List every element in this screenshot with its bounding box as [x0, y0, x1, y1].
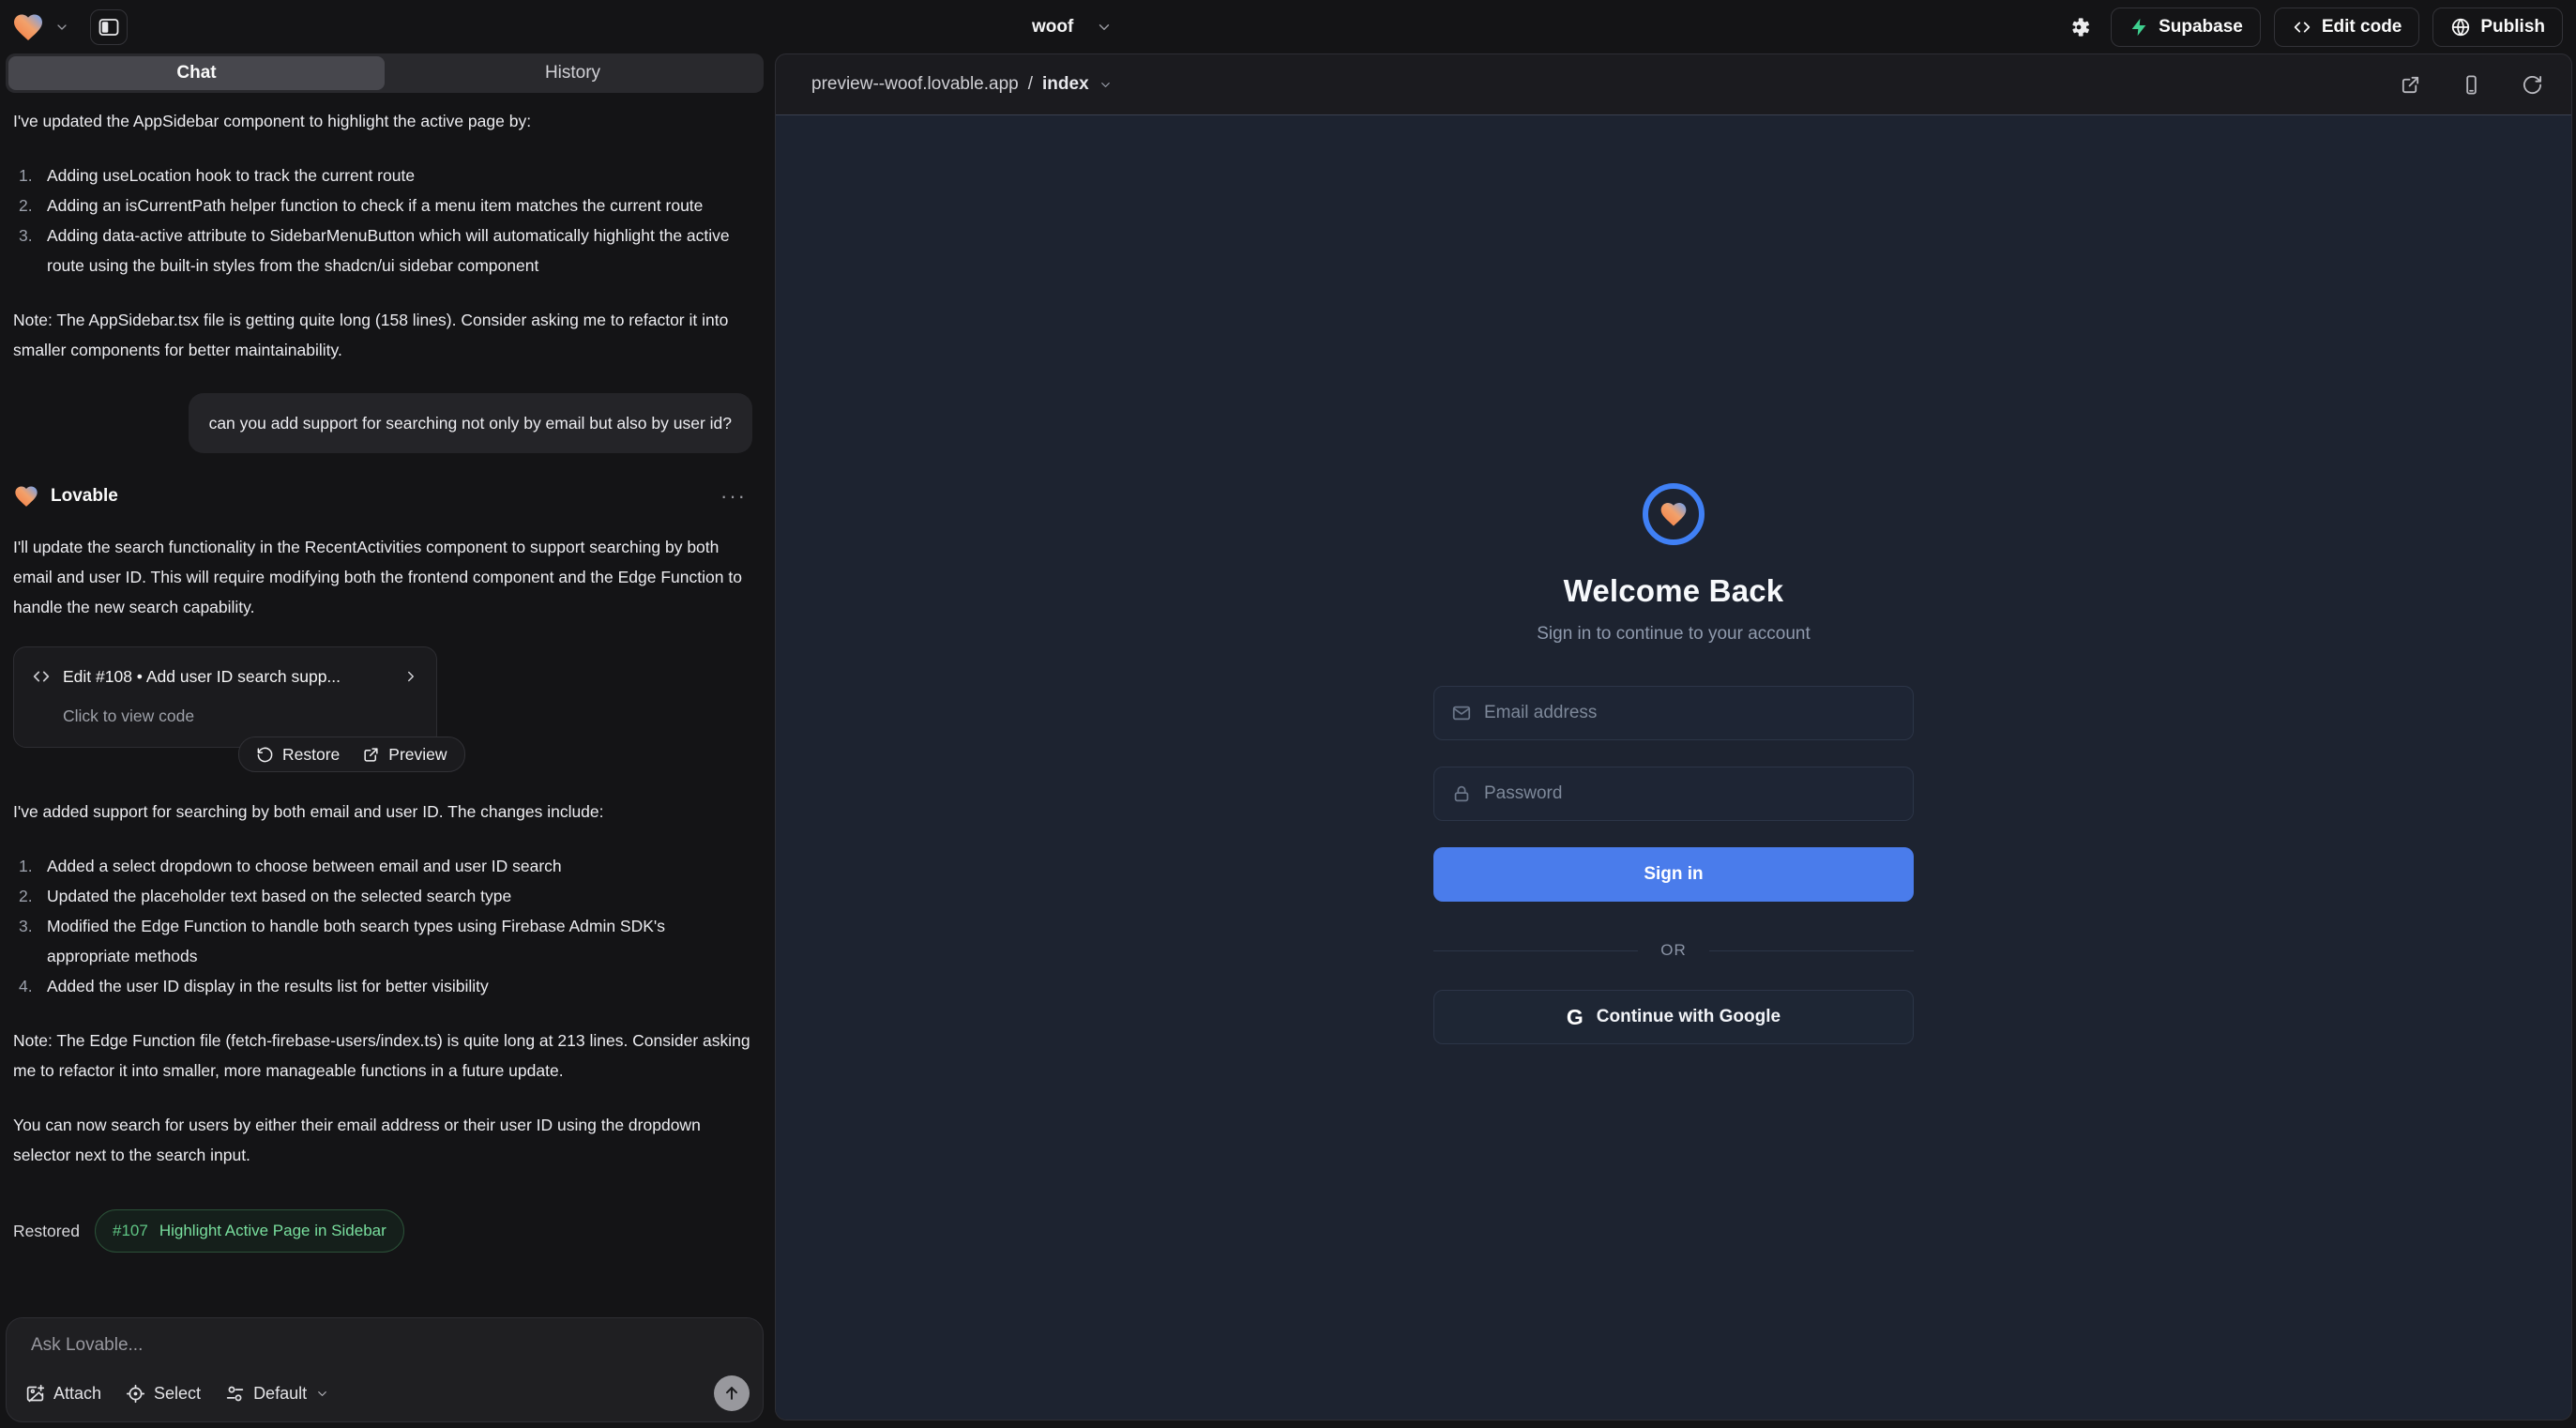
assistant-header: Lovable ···	[13, 481, 752, 511]
restored-row: Restored #107 Highlight Active Page in S…	[13, 1209, 752, 1253]
list-item: Adding data-active attribute to SidebarM…	[13, 220, 752, 281]
chevron-down-icon	[1099, 78, 1113, 92]
or-label: OR	[1660, 941, 1687, 960]
external-link-icon	[362, 746, 380, 764]
lovable-avatar-heart-icon	[13, 483, 39, 509]
email-field[interactable]: Email address	[1433, 686, 1914, 740]
app-logo	[1643, 483, 1705, 545]
project-chevron-down-icon[interactable]	[1096, 19, 1113, 36]
refresh-icon[interactable]	[2522, 74, 2543, 96]
crosshair-icon	[126, 1384, 145, 1404]
user-message-bubble: can you add support for searching not on…	[189, 393, 752, 453]
assistant-list: Added a select dropdown to choose betwee…	[13, 851, 752, 1001]
restored-label: Restored	[13, 1216, 80, 1246]
mobile-view-icon[interactable]	[2461, 74, 2482, 96]
sidebar-toggle-button[interactable]	[90, 9, 128, 45]
chat-panel: Chat History I've updated the AppSidebar…	[0, 53, 769, 1428]
page-subtitle: Sign in to continue to your account	[1537, 624, 1811, 645]
edit-code-button[interactable]: Edit code	[2274, 8, 2420, 47]
preview-button[interactable]: Preview	[362, 739, 447, 769]
url-separator: /	[1028, 74, 1033, 95]
or-divider: OR	[1433, 941, 1914, 960]
sign-in-button[interactable]: Sign in	[1433, 847, 1914, 902]
image-plus-icon	[25, 1384, 45, 1404]
list-item: Modified the Edge Function to handle bot…	[13, 911, 752, 971]
assistant-note: Note: The AppSidebar.tsx file is getting…	[13, 305, 752, 365]
assistant-paragraph: You can now search for users by either t…	[13, 1110, 752, 1170]
code-brackets-icon	[31, 666, 52, 687]
tab-chat[interactable]: Chat	[8, 56, 385, 90]
continue-with-google-button[interactable]: G Continue with Google	[1433, 990, 1914, 1044]
email-placeholder: Email address	[1484, 703, 1597, 723]
heart-icon	[1659, 499, 1689, 529]
supabase-button[interactable]: Supabase	[2111, 8, 2261, 47]
restored-version-badge[interactable]: #107 Highlight Active Page in Sidebar	[95, 1209, 404, 1253]
edit-card-subtitle: Click to view code	[63, 701, 419, 731]
assistant-note: Note: The Edge Function file (fetch-fire…	[13, 1025, 752, 1086]
list-item: Added the user ID display in the results…	[13, 971, 752, 1001]
restore-icon	[256, 746, 274, 764]
project-name[interactable]: woof	[1032, 17, 1073, 38]
globe-icon	[2450, 17, 2471, 38]
mode-selector[interactable]: Default	[225, 1384, 329, 1404]
version-id: #107	[113, 1216, 148, 1246]
send-button[interactable]	[714, 1375, 750, 1411]
chat-composer[interactable]: Ask Lovable... Attach Select	[6, 1317, 764, 1422]
page-title: Welcome Back	[1564, 573, 1784, 609]
chevron-right-icon	[402, 668, 419, 685]
preview-app-content: Welcome Back Sign in to continue to your…	[776, 114, 2571, 1420]
top-bar: woof Supabase Edit code Publi	[0, 0, 2576, 53]
list-item: Adding an isCurrentPath helper function …	[13, 190, 752, 220]
edit-card-actions: Restore Preview	[238, 737, 465, 772]
list-item: Adding useLocation hook to track the cur…	[13, 160, 752, 190]
supabase-bolt-icon	[2129, 17, 2149, 38]
version-title: Highlight Active Page in Sidebar	[159, 1216, 386, 1246]
message-menu-ellipsis-icon[interactable]: ···	[720, 481, 752, 511]
workspace-chevron-down-icon[interactable]	[54, 20, 69, 35]
tab-history[interactable]: History	[385, 56, 761, 90]
chat-history-tabs: Chat History	[6, 53, 764, 93]
assistant-list: Adding useLocation hook to track the cur…	[13, 160, 752, 281]
chevron-down-icon	[315, 1387, 329, 1401]
assistant-paragraph: I'll update the search functionality in …	[13, 532, 752, 622]
edit-version-card[interactable]: Edit #108 • Add user ID search supp... C…	[13, 646, 437, 748]
settings-gear-icon[interactable]	[2060, 8, 2098, 46]
url-page: index	[1042, 74, 1089, 95]
code-brackets-icon	[2292, 17, 2312, 38]
restore-button[interactable]: Restore	[256, 739, 340, 769]
publish-button[interactable]: Publish	[2432, 8, 2563, 47]
attach-button[interactable]: Attach	[25, 1384, 101, 1404]
assistant-paragraph: I've added support for searching by both…	[13, 797, 752, 827]
select-element-button[interactable]: Select	[126, 1384, 201, 1404]
sign-in-form: Email address Password Sign in OR G Cont…	[1433, 645, 1914, 1044]
assistant-name: Lovable	[51, 481, 118, 511]
open-in-new-tab-icon[interactable]	[2400, 74, 2421, 96]
chat-messages: I've updated the AppSidebar component to…	[0, 93, 769, 1310]
assistant-paragraph: I've updated the AppSidebar component to…	[13, 106, 752, 136]
preview-url[interactable]: preview--woof.lovable.app / index	[811, 74, 1113, 95]
preview-url-bar: preview--woof.lovable.app / index	[776, 54, 2571, 114]
password-field[interactable]: Password	[1433, 767, 1914, 821]
sliders-icon	[225, 1384, 245, 1404]
arrow-up-icon	[722, 1384, 741, 1403]
url-host: preview--woof.lovable.app	[811, 74, 1019, 95]
lock-icon	[1451, 783, 1472, 804]
password-placeholder: Password	[1484, 783, 1562, 804]
list-item: Updated the placeholder text based on th…	[13, 881, 752, 911]
edit-card-title: Edit #108 • Add user ID search supp...	[63, 661, 341, 691]
mail-icon	[1451, 703, 1472, 723]
list-item: Added a select dropdown to choose betwee…	[13, 851, 752, 881]
lovable-logo-icon[interactable]	[11, 10, 45, 44]
composer-input[interactable]: Ask Lovable...	[31, 1335, 143, 1356]
preview-panel: preview--woof.lovable.app / index	[775, 53, 2572, 1420]
google-g-icon: G	[1567, 1005, 1583, 1030]
